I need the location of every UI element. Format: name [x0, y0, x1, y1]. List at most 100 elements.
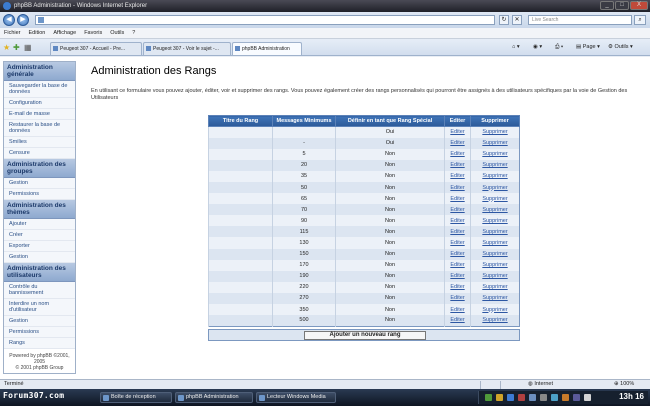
- sidebar-item-themes-gestion[interactable]: Gestion: [4, 252, 75, 263]
- edit-link-cell[interactable]: Editer: [444, 259, 471, 271]
- edit-link-cell[interactable]: Editer: [444, 193, 471, 205]
- delete-link-cell[interactable]: Supprimer: [470, 137, 520, 149]
- edit-link-cell[interactable]: Editer: [444, 159, 471, 171]
- col-header-edit: Editer: [444, 115, 471, 127]
- menu-help[interactable]: ?: [132, 28, 135, 38]
- delete-link-cell[interactable]: Supprimer: [470, 237, 520, 249]
- edit-link-cell[interactable]: Editer: [444, 126, 471, 138]
- sidebar-item-themes-ajouter[interactable]: Ajouter: [4, 219, 75, 230]
- delete-link-cell[interactable]: Supprimer: [470, 292, 520, 304]
- delete-link-cell[interactable]: Supprimer: [470, 304, 520, 316]
- delete-link-cell[interactable]: Supprimer: [470, 126, 520, 138]
- page-menu-button[interactable]: ▤ Page ▾: [576, 43, 600, 52]
- edit-link-cell[interactable]: Editer: [444, 248, 471, 260]
- refresh-button[interactable]: ↻: [499, 15, 509, 25]
- edit-link-cell[interactable]: Editer: [444, 137, 471, 149]
- edit-link-cell[interactable]: Editer: [444, 215, 471, 227]
- search-icon[interactable]: ⌕: [634, 15, 646, 25]
- tray-sync-icon[interactable]: [551, 394, 558, 401]
- tray-language-icon[interactable]: [584, 394, 591, 401]
- minimize-button[interactable]: _: [600, 1, 614, 10]
- sidebar-item-themes-creer[interactable]: Créer: [4, 230, 75, 241]
- tray-messenger-icon[interactable]: [507, 394, 514, 401]
- zoom-level[interactable]: ⊕ 100%: [614, 380, 634, 389]
- close-button[interactable]: X: [630, 1, 648, 10]
- menu-edition[interactable]: Edition: [29, 28, 46, 38]
- delete-link-cell[interactable]: Supprimer: [470, 315, 520, 327]
- tab-list-icon[interactable]: ▦: [24, 43, 32, 52]
- edit-link-cell[interactable]: Editer: [444, 292, 471, 304]
- sidebar-item-mass-email[interactable]: E-mail de masse: [4, 109, 75, 120]
- table-row: 170 Non Editer Supprimer: [208, 259, 520, 271]
- edit-link-cell[interactable]: Editer: [444, 237, 471, 249]
- status-text: Terminé: [4, 381, 24, 387]
- sidebar-item-rangs[interactable]: Rangs: [4, 338, 75, 349]
- tray-antivirus-icon[interactable]: [518, 394, 525, 401]
- home-icon[interactable]: ⌂ ▾: [512, 43, 520, 52]
- delete-link-cell[interactable]: Supprimer: [470, 181, 520, 194]
- tray-network-icon[interactable]: [485, 394, 492, 401]
- tray-bluetooth-icon[interactable]: [573, 394, 580, 401]
- sidebar-item-backup[interactable]: Sauvegarder la base de données: [4, 81, 75, 98]
- edit-link-cell[interactable]: Editer: [444, 181, 471, 194]
- tray-usb-icon[interactable]: [540, 394, 547, 401]
- sidebar-item-restore[interactable]: Restaurer la base de données: [4, 120, 75, 137]
- delete-link-cell[interactable]: Supprimer: [470, 148, 520, 160]
- sidebar-item-users-gestion[interactable]: Gestion: [4, 316, 75, 327]
- delete-link-cell[interactable]: Supprimer: [470, 159, 520, 171]
- edit-link-cell[interactable]: Editer: [444, 170, 471, 182]
- tray-shield-icon[interactable]: [496, 394, 503, 401]
- forward-button[interactable]: ▶: [17, 14, 29, 26]
- tab-peugeot-accueil[interactable]: Peugeot 307 - Accueil - Pre...: [50, 42, 142, 55]
- stop-button[interactable]: ✕: [512, 15, 522, 25]
- delete-link-cell[interactable]: Supprimer: [470, 281, 520, 293]
- favorites-star-icon[interactable]: ★: [3, 43, 10, 52]
- edit-link-cell[interactable]: Editer: [444, 226, 471, 238]
- sidebar-item-ban-control[interactable]: Contrôle du bannissement: [4, 282, 75, 299]
- edit-link-cell[interactable]: Editer: [444, 148, 471, 160]
- menu-favoris[interactable]: Favoris: [84, 28, 102, 38]
- delete-link-cell[interactable]: Supprimer: [470, 204, 520, 216]
- taskbar-item-inbox[interactable]: Boîte de réception: [100, 392, 172, 403]
- sidebar-item-groups-gestion[interactable]: Gestion: [4, 178, 75, 189]
- sidebar-item-users-permissions[interactable]: Permissions: [4, 327, 75, 338]
- taskbar-item-phpbb[interactable]: phpBB Administration: [175, 392, 253, 403]
- delete-link-cell[interactable]: Supprimer: [470, 226, 520, 238]
- sidebar-item-censure[interactable]: Censure: [4, 148, 75, 159]
- tray-volume-icon[interactable]: [529, 394, 536, 401]
- edit-link-cell[interactable]: Editer: [444, 304, 471, 316]
- sidebar-item-configuration[interactable]: Configuration: [4, 98, 75, 109]
- search-input[interactable]: Live Search: [528, 15, 632, 25]
- menu-fichier[interactable]: Fichier: [4, 28, 21, 38]
- sidebar-item-themes-exporter[interactable]: Exporter: [4, 241, 75, 252]
- address-input[interactable]: [35, 15, 495, 25]
- add-rank-button[interactable]: Ajouter un nouveau rang: [304, 331, 426, 340]
- sidebar-item-groups-permissions[interactable]: Permissions: [4, 189, 75, 200]
- sidebar-item-smilies[interactable]: Smilies: [4, 137, 75, 148]
- delete-link-cell[interactable]: Supprimer: [470, 248, 520, 260]
- tray-update-icon[interactable]: [562, 394, 569, 401]
- delete-link-cell[interactable]: Supprimer: [470, 259, 520, 271]
- sidebar-item-disallow-username[interactable]: Interdire un nom d'utilisateur: [4, 299, 75, 316]
- edit-link-cell[interactable]: Editer: [444, 204, 471, 216]
- tools-menu-label: Outils: [614, 44, 629, 50]
- menu-affichage[interactable]: Affichage: [53, 28, 76, 38]
- tab-peugeot-sujet[interactable]: Peugeot 307 - Voir le sujet -...: [143, 42, 231, 55]
- add-favorite-icon[interactable]: ✚: [13, 43, 20, 52]
- tab-phpbb-admin[interactable]: phpBB Administration: [232, 42, 302, 55]
- delete-link-cell[interactable]: Supprimer: [470, 270, 520, 282]
- back-button[interactable]: ◀: [3, 14, 15, 26]
- maximize-button[interactable]: □: [615, 1, 629, 10]
- taskbar-item-media-player[interactable]: Lecteur Windows Media: [256, 392, 336, 403]
- delete-link-cell[interactable]: Supprimer: [470, 215, 520, 227]
- edit-link-cell[interactable]: Editer: [444, 270, 471, 282]
- menu-outils[interactable]: Outils: [110, 28, 124, 38]
- delete-link-cell[interactable]: Supprimer: [470, 193, 520, 205]
- delete-link-cell[interactable]: Supprimer: [470, 170, 520, 182]
- print-icon[interactable]: ⎙ ▾: [555, 43, 563, 52]
- edit-link-cell[interactable]: Editer: [444, 315, 471, 327]
- edit-link-cell[interactable]: Editer: [444, 281, 471, 293]
- window-title: phpBB Administration - Windows Internet …: [14, 3, 148, 9]
- tools-menu-button[interactable]: ⚙ Outils ▾: [608, 43, 633, 52]
- feeds-icon[interactable]: ◉ ▾: [533, 43, 542, 52]
